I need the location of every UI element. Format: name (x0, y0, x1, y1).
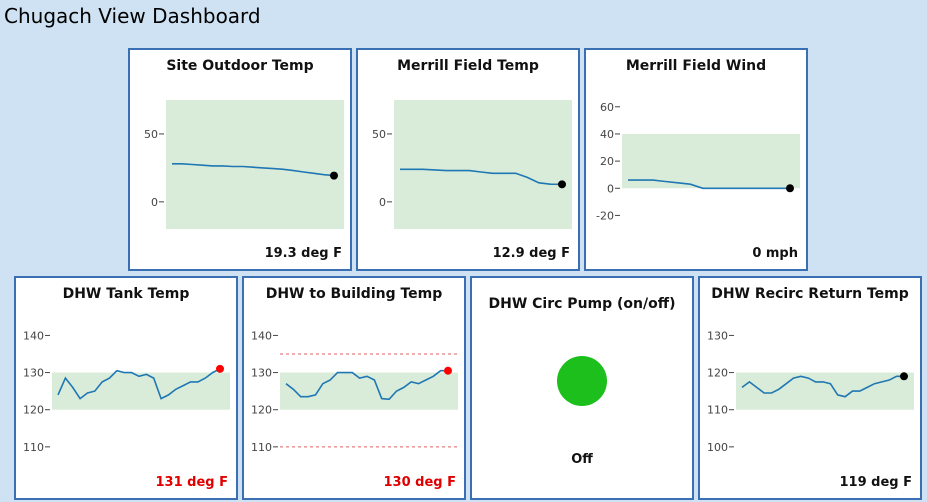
y-tick-label: 110 (707, 404, 728, 417)
card-dhw-tank-temp[interactable]: DHW Tank Temp 110 120 130 140 131 deg F (14, 276, 238, 500)
chart-dhw-tank-temp: 110 120 130 140 (23, 329, 230, 454)
card-merrill-field-wind[interactable]: Merrill Field Wind -20 0 20 40 60 0 mph (584, 48, 808, 271)
card-value: 12.9 deg F (492, 246, 570, 261)
y-tick-label: 0 (607, 182, 614, 195)
pump-status-indicator-icon (557, 356, 607, 406)
y-tick-label: 50 (372, 128, 386, 141)
last-value-marker (786, 184, 794, 193)
y-tick-label: 40 (600, 128, 614, 141)
y-tick-label: 110 (23, 441, 44, 454)
card-site-outdoor-temp[interactable]: Site Outdoor Temp 0 50 19.3 deg F (128, 48, 352, 271)
y-tick-label: 130 (23, 367, 44, 380)
chart-site-outdoor-temp: 0 50 (144, 100, 344, 229)
normal-range-band (52, 372, 230, 410)
y-tick-label: 120 (251, 404, 272, 417)
chart-merrill-field-temp: 0 50 (372, 100, 572, 229)
card-value: 19.3 deg F (264, 246, 342, 261)
chart-dhw-recirc-return-temp: 100 110 120 130 (707, 329, 914, 454)
y-tick-label: 60 (600, 101, 614, 114)
y-tick-label: 0 (379, 196, 386, 209)
chart-dhw-to-building-temp: 110 120 130 140 (251, 329, 458, 454)
normal-range-band (394, 100, 572, 229)
y-tick-label: 0 (151, 196, 158, 209)
pump-status-label: Off (571, 452, 593, 467)
y-tick-label: 130 (251, 367, 272, 380)
card-dhw-circ-pump[interactable]: DHW Circ Pump (on/off) Off (470, 276, 694, 500)
last-value-marker (330, 171, 338, 180)
page-title: Chugach View Dashboard (4, 4, 261, 28)
last-value-marker (444, 366, 452, 375)
y-tick-label: 140 (23, 329, 44, 342)
card-value: 119 deg F (839, 475, 913, 490)
y-tick-label: 120 (23, 404, 44, 417)
card-value: 131 deg F (155, 475, 229, 490)
y-tick-label: 110 (251, 441, 272, 454)
y-tick-label: -20 (596, 209, 614, 222)
y-tick-label: 50 (144, 128, 158, 141)
last-value-marker (216, 364, 224, 373)
card-value: 130 deg F (383, 475, 457, 490)
card-merrill-field-temp[interactable]: Merrill Field Temp 0 50 12.9 deg F (356, 48, 580, 271)
y-tick-label: 100 (707, 441, 728, 454)
y-tick-label: 20 (600, 155, 614, 168)
card-dhw-to-building-temp[interactable]: DHW to Building Temp 110 120 130 140 130 de… (242, 276, 466, 500)
card-value: 0 mph (752, 246, 798, 261)
y-tick-label: 120 (707, 367, 728, 380)
y-tick-label: 140 (251, 329, 272, 342)
y-tick-label: 130 (707, 329, 728, 342)
card-title: DHW Circ Pump (on/off) (488, 296, 676, 312)
card-dhw-recirc-return-temp[interactable]: DHW Recirc Return Temp 100 110 120 130 119 … (698, 276, 922, 500)
last-value-marker (900, 372, 908, 381)
last-value-marker (558, 180, 566, 189)
chart-merrill-field-wind: -20 0 20 40 60 (596, 101, 800, 222)
